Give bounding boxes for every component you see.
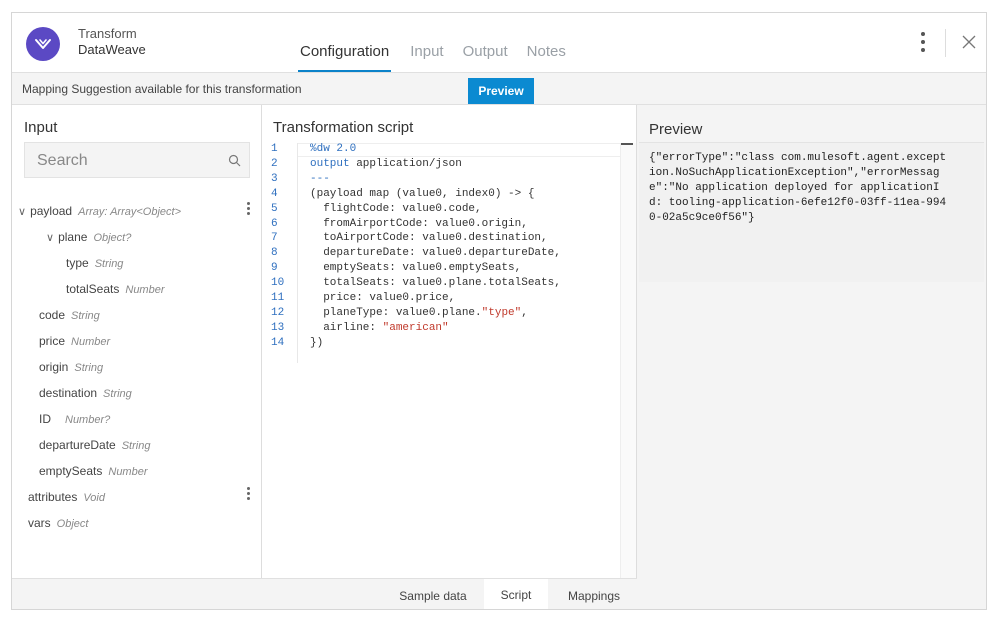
header-tabs: Configuration Input Output Notes <box>298 43 585 72</box>
code-line: }) <box>310 336 324 349</box>
line-number: 11 <box>271 292 285 304</box>
code-line: fromAirportCode: value0.origin, <box>310 217 528 230</box>
line-number: 7 <box>271 232 278 245</box>
transform-window: Transform DataWeave Configuration Input … <box>11 12 987 610</box>
tree-item-attributes[interactable]: attributes Void <box>28 488 105 508</box>
preview-line: ion.NoSuchApplicationException","errorMe… <box>649 167 940 179</box>
editor-gutter-divider <box>297 143 298 363</box>
tree-item-emptyseats[interactable]: emptySeats Number <box>39 462 148 482</box>
script-editor[interactable]: 1 %dw 2.0 2 output application/json 3 --- 4 (pa… <box>262 143 620 578</box>
tree-item-destination[interactable]: destination String <box>39 384 132 404</box>
code-line: airline: "american" <box>310 321 449 334</box>
line-number: 5 <box>271 202 278 215</box>
code-line: departureDate: value0.departureDate, <box>310 247 561 260</box>
tree-item-payload[interactable]: ∨ payload Array: Array<Object> <box>18 202 181 222</box>
payload-options-icon[interactable] <box>245 201 251 217</box>
line-number: 14 <box>271 336 285 349</box>
code-line: emptySeats: value0.emptySeats, <box>310 262 522 275</box>
line-number: 4 <box>271 187 278 200</box>
preview-line: 0-02a5c9ce0f56"} <box>649 212 755 224</box>
chevron-down-icon[interactable]: ∨ <box>18 205 26 218</box>
app-title-line2: DataWeave <box>78 42 146 57</box>
line-number: 12 <box>271 306 285 319</box>
app-title: Transform DataWeave <box>78 26 146 58</box>
line-number: 2 <box>271 157 278 170</box>
line-number: 6 <box>271 217 278 230</box>
tab-mappings[interactable]: Mappings <box>556 579 632 609</box>
tree-item-departuredate[interactable]: departureDate String <box>39 436 150 456</box>
more-options-icon[interactable] <box>916 29 930 55</box>
header-divider <box>945 29 946 57</box>
preview-panel: Preview {"errorType":"class com.mulesoft… <box>637 105 986 609</box>
search-input[interactable]: Search <box>24 142 250 178</box>
tab-input[interactable]: Input <box>410 43 443 72</box>
preview-line: e":"No application deployed for applicat… <box>649 182 940 194</box>
header: Transform DataWeave Configuration Input … <box>12 13 986 72</box>
preview-line: {"errorType":"class com.mulesoft.agent.e… <box>649 152 947 164</box>
preview-output: {"errorType":"class com.mulesoft.agent.e… <box>639 142 984 282</box>
tab-script[interactable]: Script <box>484 579 548 609</box>
preview-line: d: tooling-application-6efe12f0-03ff-11e… <box>649 197 947 209</box>
chevron-down-icon[interactable]: ∨ <box>46 231 54 244</box>
script-bottom-tabs: Sample data Script Mappings <box>262 578 637 609</box>
tree-item-totalseats[interactable]: totalSeats Number <box>66 280 165 300</box>
preview-button[interactable]: Preview <box>468 78 534 104</box>
tree-item-price[interactable]: price Number <box>39 332 110 352</box>
code-line: totalSeats: value0.plane.totalSeats, <box>310 277 561 290</box>
code-line: --- <box>310 172 330 185</box>
suggestion-text: Mapping Suggestion available for this tr… <box>22 82 302 96</box>
line-number: 13 <box>271 321 285 334</box>
attributes-options-icon[interactable] <box>245 486 251 502</box>
tree-item-code[interactable]: code String <box>39 306 100 326</box>
code-line: %dw 2.0 <box>310 143 357 155</box>
tree-item-plane[interactable]: ∨ plane Object? <box>46 228 131 248</box>
tree-item-type[interactable]: type String <box>66 254 123 274</box>
mapping-suggestion-bar: Mapping Suggestion available for this tr… <box>12 72 986 105</box>
line-number: 1 <box>271 143 278 155</box>
code-line: price: value0.price, <box>310 292 456 304</box>
line-number: 10 <box>271 277 285 290</box>
line-number: 9 <box>271 262 278 275</box>
search-placeholder: Search <box>37 152 88 169</box>
close-icon[interactable] <box>958 31 980 53</box>
tree-item-vars[interactable]: vars Object <box>28 514 88 534</box>
app-title-line1: Transform <box>78 26 137 41</box>
tab-output[interactable]: Output <box>463 43 508 72</box>
tree-item-origin[interactable]: origin String <box>39 358 103 378</box>
script-panel: Transformation script 1 %dw 2.0 2 output ap… <box>262 105 637 609</box>
input-panel: Input Search ∨ payload Array: Array<Object… <box>12 105 262 609</box>
code-line: flightCode: value0.code, <box>310 202 482 215</box>
dataweave-logo-icon <box>26 27 60 61</box>
code-line: planeType: value0.plane."type", <box>310 306 528 319</box>
script-panel-title: Transformation script <box>273 119 414 136</box>
code-line: (payload map (value0, index0) -> { <box>310 187 535 200</box>
line-number: 8 <box>271 247 278 260</box>
editor-scrollbar[interactable] <box>620 143 636 578</box>
tab-sample-data[interactable]: Sample data <box>390 579 476 609</box>
code-line: toAirportCode: value0.destination, <box>310 232 548 245</box>
search-icon[interactable] <box>228 154 241 172</box>
input-panel-title: Input <box>24 119 58 136</box>
preview-panel-title: Preview <box>649 121 703 138</box>
line-number: 3 <box>271 172 278 185</box>
tree-item-id[interactable]: ID Number? <box>39 410 110 430</box>
code-line: output application/json <box>310 157 462 170</box>
input-panel-footer <box>12 578 262 609</box>
tab-notes[interactable]: Notes <box>527 43 566 72</box>
tab-configuration[interactable]: Configuration <box>298 43 392 72</box>
